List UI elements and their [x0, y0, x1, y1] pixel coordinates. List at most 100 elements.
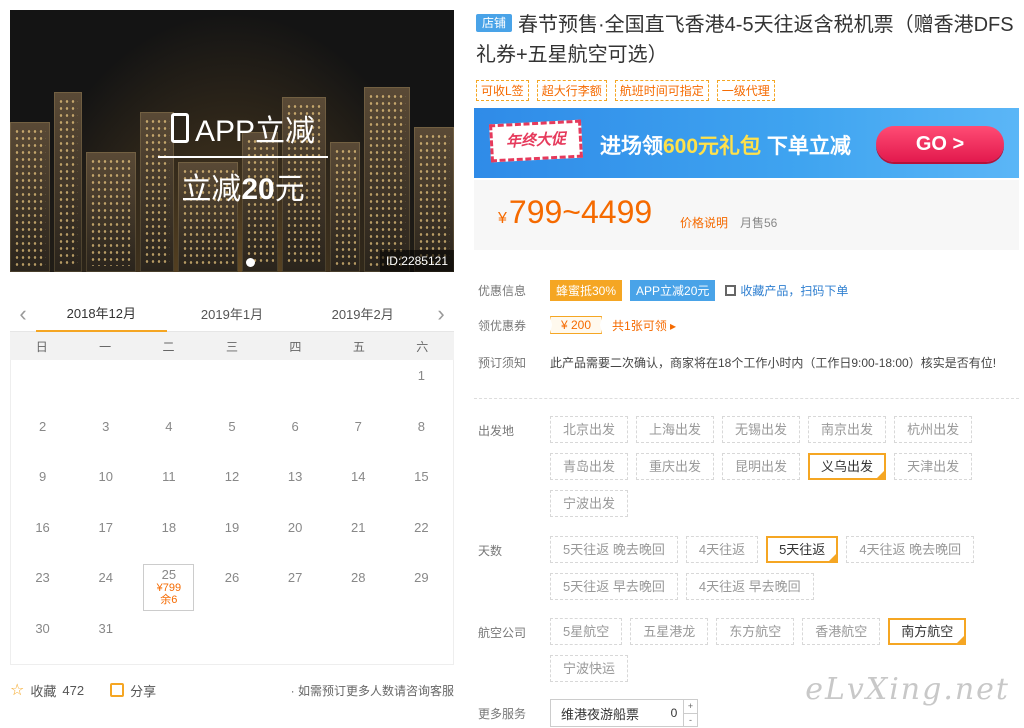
- day-price: ¥799: [156, 582, 182, 594]
- departure-option[interactable]: 上海出发: [636, 416, 715, 443]
- calendar-day[interactable]: 1: [390, 360, 453, 411]
- calendar-day[interactable]: 18: [137, 512, 200, 563]
- calendar-day[interactable]: 3: [74, 411, 137, 462]
- calendar-day[interactable]: 10: [74, 461, 137, 512]
- departure-option[interactable]: 宁波出发: [550, 490, 629, 517]
- calendar-day[interactable]: 31: [74, 613, 137, 664]
- site-watermark: eLvXing.net: [805, 672, 1010, 707]
- product-tags: 可收L签 超大行李额 航班时间可指定 一级代理: [476, 80, 775, 101]
- airline-option[interactable]: 5星航空: [550, 618, 623, 645]
- calendar-day[interactable]: 13: [264, 461, 327, 512]
- calendar-day[interactable]: 5: [200, 411, 263, 462]
- calendar-day: [390, 613, 453, 664]
- duration-option[interactable]: 4天往返 晚去晚回: [846, 536, 975, 563]
- calendar-day[interactable]: 22: [390, 512, 453, 563]
- duration-option[interactable]: 5天往返: [766, 536, 839, 563]
- product-title-text: 春节预售·全国直飞香港4-5天往返含税机票（赠香港DFS礼券+五星航空可选）: [476, 14, 1014, 66]
- calendar-day[interactable]: 23: [11, 562, 74, 613]
- coupon-claim-link[interactable]: 共1张可领 ▸: [612, 317, 676, 334]
- airline-option[interactable]: 东方航空: [716, 618, 795, 645]
- airline-option[interactable]: 南方航空: [888, 618, 967, 645]
- departure-option[interactable]: 重庆出发: [636, 453, 715, 480]
- go-button[interactable]: GO >: [876, 126, 1004, 162]
- duration-option[interactable]: 4天往返: [685, 536, 759, 563]
- increment-button[interactable]: +: [684, 700, 697, 713]
- departure-label: 出发地: [478, 424, 515, 438]
- calendar-day[interactable]: 19: [200, 512, 263, 563]
- airline-option[interactable]: 五星港龙: [630, 618, 709, 645]
- tag: 航班时间可指定: [614, 80, 709, 101]
- departure-calendar: ‹ 2018年12月 2019年1月 2019年2月 › 日一二三四五六 123…: [10, 296, 454, 665]
- calendar-day: [327, 613, 390, 664]
- decrement-button[interactable]: -: [684, 713, 697, 727]
- calendar-day[interactable]: 27: [264, 562, 327, 613]
- price-range: ¥799~4499: [498, 194, 653, 230]
- calendar-day[interactable]: 12: [200, 461, 263, 512]
- calendar-day[interactable]: 7: [327, 411, 390, 462]
- calendar-day[interactable]: 16: [11, 512, 74, 563]
- year-end-promo-banner[interactable]: 年终大促 进场领600元礼包 下单立减 GO >: [474, 108, 1019, 178]
- calendar-day: [137, 613, 200, 664]
- calendar-day[interactable]: 2: [11, 411, 74, 462]
- honey-discount-badge: 蜂蜜抵30%: [550, 280, 623, 301]
- chevron-right-icon[interactable]: ›: [428, 301, 454, 327]
- calendar-day[interactable]: 14: [327, 461, 390, 512]
- airline-option[interactable]: 宁波快运: [550, 655, 629, 682]
- calendar-day[interactable]: 21: [327, 512, 390, 563]
- service-quantity-stepper: 维港夜游船票 0 + -: [550, 699, 698, 727]
- offers-row: 优惠信息 蜂蜜抵30% APP立减20元 收藏产品，扫码下单: [478, 280, 848, 301]
- product-id-tag: ID:2285121: [379, 250, 454, 272]
- favorite-button[interactable]: ☆ 收藏 472: [10, 680, 84, 700]
- chevron-left-icon[interactable]: ‹: [10, 301, 36, 327]
- calendar-day[interactable]: 11: [137, 461, 200, 512]
- tab-month-2[interactable]: 2019年1月: [167, 296, 298, 331]
- duration-option[interactable]: 5天往返 早去晚回: [550, 573, 678, 600]
- coupon-row: 领优惠券 ¥ 200 共1张可领 ▸: [478, 316, 676, 334]
- departure-option[interactable]: 义乌出发: [808, 453, 887, 480]
- calendar-grid: 1 2 3 4 5 6 7 8 9 10 11 12 13 14 15 16 17 18 19 20 21 22 23 24 2…: [10, 360, 454, 665]
- day-stock: 余6: [160, 594, 178, 606]
- departure-option[interactable]: 青岛出发: [550, 453, 629, 480]
- price-explain-link[interactable]: 价格说明: [680, 214, 728, 231]
- shop-badge[interactable]: 店铺: [476, 14, 513, 32]
- departure-option[interactable]: 昆明出发: [722, 453, 801, 480]
- action-footer: ☆ 收藏 472 分享 · 如需预订更多人数请咨询客服: [10, 678, 454, 702]
- calendar-day[interactable]: 29: [390, 562, 453, 613]
- day-number: 25: [161, 567, 177, 582]
- departure-options: 出发地 北京出发 上海出发 无锡出发 南京出发 杭州出发青岛出发 重庆出发 昆明出发 义乌出发…: [478, 416, 1020, 517]
- tab-month-1[interactable]: 2018年12月: [36, 295, 167, 332]
- coupon-ticket[interactable]: ¥ 200: [550, 316, 603, 334]
- calendar-day[interactable]: 15: [390, 461, 453, 512]
- calendar-day[interactable]: 6: [264, 411, 327, 462]
- calendar-day-available[interactable]: 25 ¥799 余6: [143, 564, 195, 611]
- calendar-day[interactable]: 17: [74, 512, 137, 563]
- tag: 超大行李额: [536, 80, 607, 101]
- departure-option[interactable]: 天津出发: [894, 453, 973, 480]
- calendar-day[interactable]: 8: [390, 411, 453, 462]
- duration-option[interactable]: 4天往返 早去晚回: [685, 573, 814, 600]
- calendar-day[interactable]: 4: [137, 411, 200, 462]
- service-qty[interactable]: 0: [665, 706, 683, 720]
- share-button[interactable]: 分享: [110, 681, 156, 700]
- calendar-day[interactable]: 28: [327, 562, 390, 613]
- calendar-day[interactable]: 30: [11, 613, 74, 664]
- weekday-label: 五: [352, 339, 365, 354]
- calendar-day[interactable]: 26: [200, 562, 263, 613]
- duration-label: 天数: [478, 544, 503, 558]
- departure-option[interactable]: 无锡出发: [722, 416, 801, 443]
- departure-option[interactable]: 北京出发: [550, 416, 629, 443]
- departure-option[interactable]: 南京出发: [808, 416, 887, 443]
- tab-month-3[interactable]: 2019年2月: [297, 296, 428, 331]
- notice-label: 预订须知: [478, 356, 527, 370]
- airline-option[interactable]: 香港航空: [802, 618, 881, 645]
- calendar-day[interactable]: 20: [264, 512, 327, 563]
- consult-link[interactable]: · 如需预订更多人数请咨询客服: [291, 682, 454, 699]
- calendar-day[interactable]: 24: [74, 562, 137, 613]
- duration-option[interactable]: 5天往返 晚去晚回: [550, 536, 678, 563]
- carousel-dot[interactable]: [246, 258, 255, 267]
- calendar-day[interactable]: 9: [11, 461, 74, 512]
- share-label: 分享: [130, 683, 157, 699]
- scan-order-link[interactable]: 收藏产品，扫码下单: [725, 282, 848, 299]
- product-hero-image[interactable]: APP立减 立减20元 ID:2285121: [10, 10, 454, 272]
- departure-option[interactable]: 杭州出发: [894, 416, 973, 443]
